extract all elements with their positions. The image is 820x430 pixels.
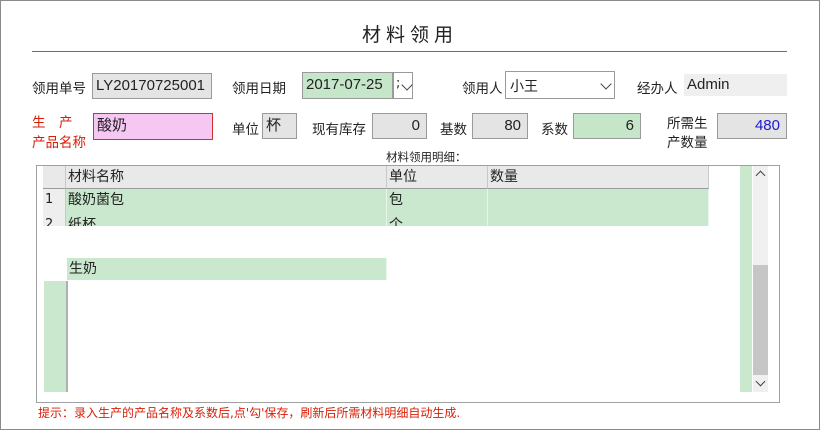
grid-divider (66, 281, 68, 392)
unit-label: 单位 (232, 122, 259, 138)
handler-label: 经办人 (637, 81, 678, 97)
date-picker-glyph: ; (396, 76, 401, 91)
chevron-down-icon (600, 78, 612, 90)
row-indicator-strip (44, 281, 66, 392)
stock-field: 0 (372, 113, 427, 139)
page-title: 材料领用 (361, 24, 458, 46)
requester-label: 领用人 (462, 81, 503, 97)
req-no-field[interactable]: LY20170725001 (92, 73, 212, 99)
date-picker-button[interactable]: ; (393, 72, 413, 99)
table-row-unit[interactable]: 个 (387, 212, 488, 226)
scrollbar-thumb[interactable] (753, 265, 768, 375)
requester-select[interactable]: 小王 (505, 71, 615, 99)
row-number: 2 (43, 212, 66, 226)
base-field: 80 (472, 113, 528, 139)
needed-label-line1: 所需生 (667, 116, 708, 132)
stock-label: 现有库存 (312, 122, 366, 138)
title-divider (32, 51, 787, 52)
chevron-down-icon (401, 79, 413, 91)
req-no-label: 领用单号 (32, 81, 86, 97)
product-label-line2: 产品名称 (32, 135, 86, 151)
needed-label-line2: 产数量 (667, 135, 708, 151)
table-row-name[interactable]: 纸杯 (66, 212, 387, 226)
coef-field[interactable]: 6 (573, 113, 641, 139)
requester-value: 小王 (510, 79, 538, 95)
table-row-unit[interactable]: 包 (387, 189, 488, 212)
product-name-field[interactable]: 酸奶 (93, 113, 213, 140)
grid-right-strip (740, 166, 752, 392)
row-number: 1 (43, 189, 66, 212)
date-label: 领用日期 (232, 81, 286, 97)
needed-qty-field: 480 (717, 113, 787, 139)
detail-caption: 材料领用明细： (386, 150, 467, 164)
table-row-qty[interactable] (488, 212, 709, 226)
date-field[interactable]: 2017-07-25 (302, 72, 393, 99)
tip-text: 提示：录入生产的产品名称及系数后,点'勾'保存，刷新后所需材料明细自动生成. (38, 406, 461, 420)
floating-row-name[interactable]: 生奶 (67, 258, 387, 280)
coef-label: 系数 (541, 122, 568, 138)
product-label-line1: 生 产 (32, 115, 73, 131)
grid-corner (43, 166, 66, 189)
table-row-qty[interactable] (488, 189, 709, 212)
unit-field: 杯 (262, 113, 297, 139)
table-row-name[interactable]: 酸奶菌包 (66, 189, 387, 212)
base-label: 基数 (440, 122, 467, 138)
col-header-unit[interactable]: 单位 (387, 166, 488, 189)
col-header-qty[interactable]: 数量 (488, 166, 709, 189)
handler-field: Admin (684, 74, 787, 96)
col-header-name[interactable]: 材料名称 (66, 166, 387, 189)
